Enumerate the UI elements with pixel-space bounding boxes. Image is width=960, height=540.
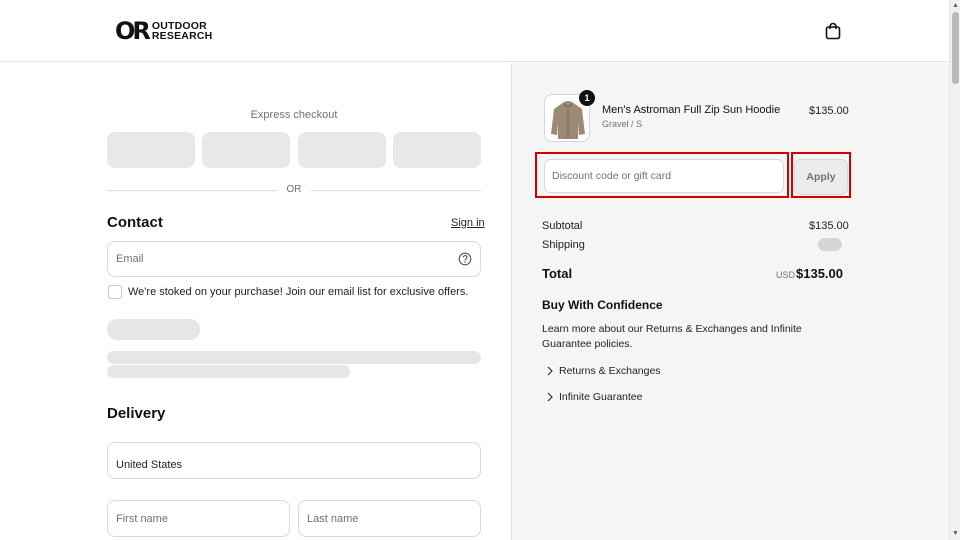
logo-line-2: RESEARCH xyxy=(151,30,213,42)
express-pay-button-4[interactable] xyxy=(393,132,481,168)
express-pay-button-3[interactable] xyxy=(298,132,386,168)
express-pay-button-2[interactable] xyxy=(202,132,290,168)
email-placeholder: Email xyxy=(116,253,144,265)
shopping-bag-icon[interactable] xyxy=(824,22,842,40)
scroll-down-arrow-icon[interactable]: ▼ xyxy=(952,530,959,537)
subtotal-value: $135.00 xyxy=(809,220,849,232)
discount-code-input[interactable]: Discount code or gift card xyxy=(544,159,784,193)
or-divider: OR xyxy=(107,183,481,197)
product-name: Men's Astroman Full Zip Sun Hoodie xyxy=(602,104,781,116)
scroll-thumb[interactable] xyxy=(952,12,959,84)
logo-mark: OR xyxy=(115,17,151,45)
shipping-loading-placeholder xyxy=(818,238,842,251)
country-select[interactable]: United States xyxy=(107,442,481,479)
express-checkout-label: Express checkout xyxy=(250,109,338,121)
outdoor-research-logo[interactable]: OR OUTDOOR RESEARCH xyxy=(115,19,212,43)
product-variant: Gravel / S xyxy=(602,119,643,129)
last-name-field[interactable]: Last name xyxy=(298,500,481,537)
divider-line-right xyxy=(311,190,481,191)
express-pay-button-1[interactable] xyxy=(107,132,195,168)
divider-line-left xyxy=(107,190,277,191)
total-label: Total xyxy=(542,266,573,281)
last-name-placeholder: Last name xyxy=(307,512,359,525)
chevron-right-icon xyxy=(547,366,553,376)
chevron-right-icon xyxy=(547,392,553,402)
scroll-up-arrow-icon[interactable]: ▲ xyxy=(952,2,959,9)
first-name-field[interactable]: First name xyxy=(107,500,290,537)
confidence-text: Learn more about our Returns & Exchanges… xyxy=(542,323,802,350)
logo-wordmark: OUTDOOR RESEARCH xyxy=(151,21,213,42)
loading-placeholder-1 xyxy=(107,319,200,340)
product-price: $135.00 xyxy=(809,105,849,117)
subtotal-label: Subtotal xyxy=(542,220,583,232)
or-text: OR xyxy=(286,184,302,195)
loading-placeholder-3 xyxy=(107,365,350,378)
question-circle-icon[interactable] xyxy=(458,252,472,266)
returns-exchanges-link[interactable]: Returns & Exchanges xyxy=(546,365,661,377)
first-name-placeholder: First name xyxy=(116,512,168,525)
apply-button[interactable]: Apply xyxy=(794,159,848,195)
infinite-guarantee-label: Infinite Guarantee xyxy=(559,391,643,403)
total-value: $135.00 xyxy=(796,266,843,281)
returns-exchanges-label: Returns & Exchanges xyxy=(559,365,661,377)
country-value: United States xyxy=(116,459,183,471)
site-header: OR OUTDOOR RESEARCH xyxy=(0,0,949,62)
delivery-title: Delivery xyxy=(107,405,166,422)
total-currency: USD xyxy=(776,270,796,280)
quantity-badge: 1 xyxy=(579,90,595,106)
confidence-title: Buy With Confidence xyxy=(542,298,663,312)
sign-in-link[interactable]: Sign in xyxy=(451,217,485,229)
newsletter-label: We're stoked on your purchase! Join our … xyxy=(128,286,469,298)
loading-placeholder-2 xyxy=(107,351,481,364)
email-field[interactable]: Email xyxy=(107,241,481,277)
order-summary: 1 Men's Astroman Full Zip Sun Hoodie Gra… xyxy=(511,63,949,540)
infinite-guarantee-link[interactable]: Infinite Guarantee xyxy=(546,391,642,403)
contact-title: Contact xyxy=(107,214,163,231)
page-scrollbar[interactable]: ▲ ▼ xyxy=(949,0,960,540)
shipping-label: Shipping xyxy=(542,239,585,251)
newsletter-checkbox[interactable] xyxy=(108,285,122,299)
discount-placeholder: Discount code or gift card xyxy=(552,170,672,182)
checkout-form: Express checkout OR Contact Sign in Emai… xyxy=(0,63,511,540)
